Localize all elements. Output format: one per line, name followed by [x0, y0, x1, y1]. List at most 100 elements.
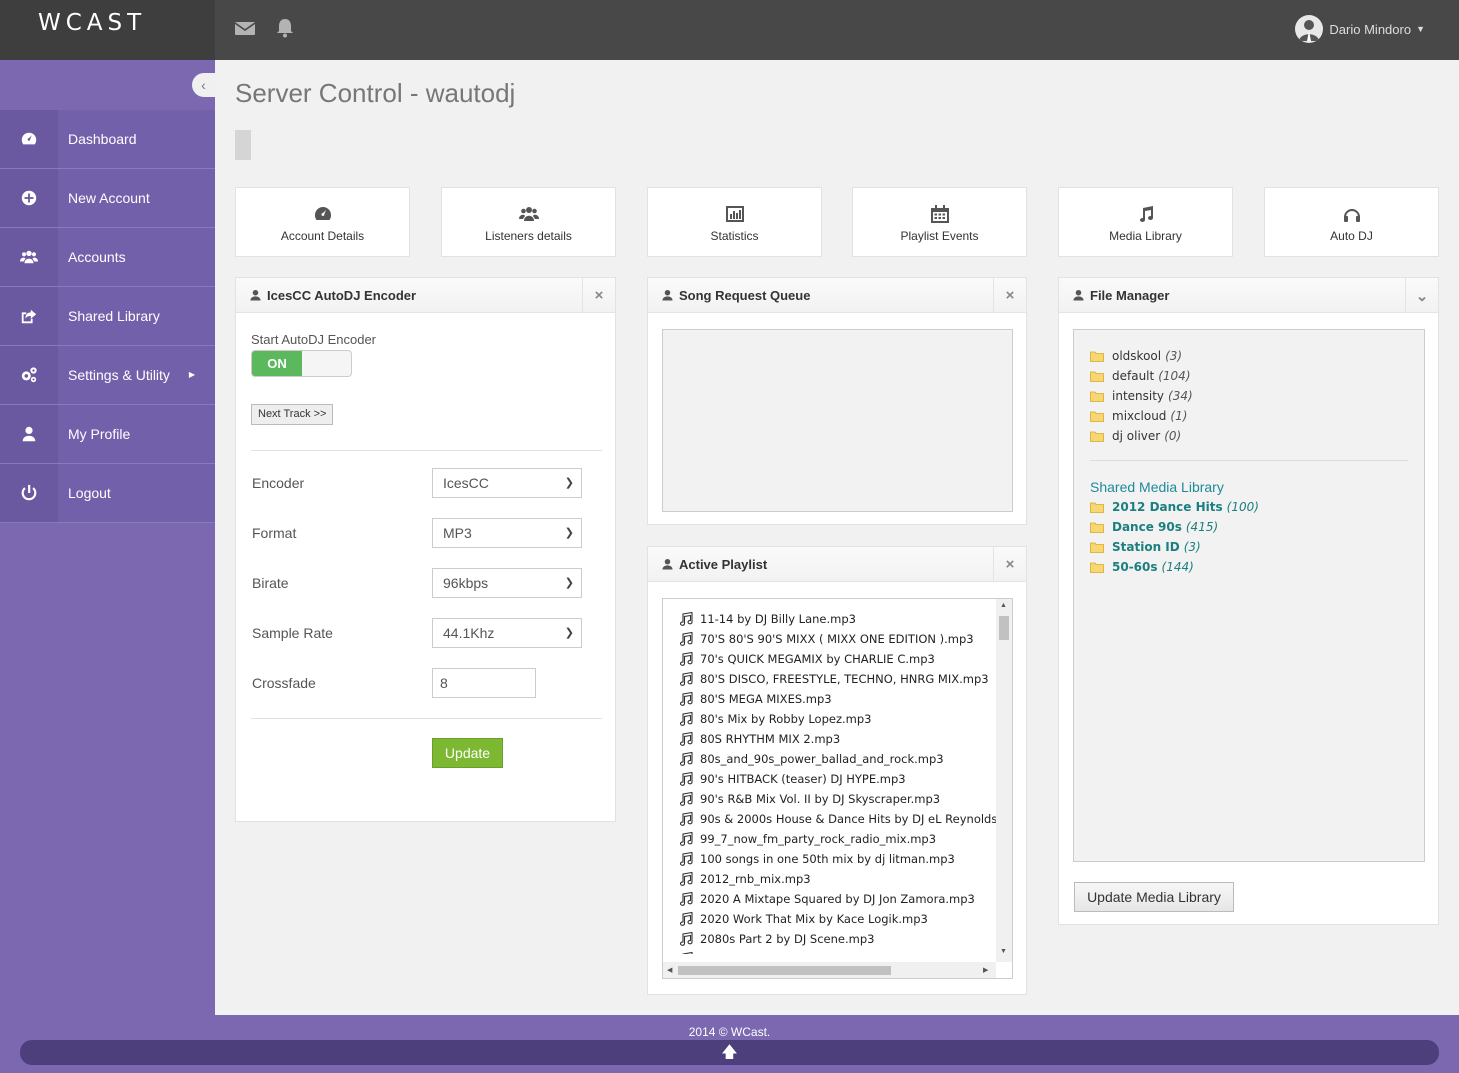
sidebar-item-shared-library[interactable]: Shared Library — [0, 287, 215, 346]
bell-icon[interactable] — [273, 16, 297, 40]
playlist-item[interactable]: 80'S DISCO, FREESTYLE, TECHNO, HNRG MIX.… — [679, 669, 999, 689]
user-icon — [0, 405, 58, 463]
shared-folder-item[interactable]: 50-60s (144) — [1090, 557, 1408, 577]
folder-name: 2012 Dance Hits — [1112, 500, 1223, 514]
music-note-icon — [679, 692, 693, 706]
shared-folder-item[interactable]: Dance 90s (415) — [1090, 517, 1408, 537]
tile-label: Playlist Events — [900, 229, 979, 243]
sidebar: ‹ Dashboard New Account Accounts Shared … — [0, 60, 215, 1015]
encoder-select[interactable]: IcesCC ❯ — [432, 468, 582, 498]
tile-auto-dj[interactable]: Auto DJ — [1264, 187, 1439, 257]
brand-logo[interactable]: WCAST — [0, 0, 215, 60]
playlist-item[interactable]: 2020 Work That Mix by Kace Logik.mp3 — [679, 909, 999, 929]
scroll-left-icon[interactable]: ◀ — [667, 966, 672, 974]
users-icon — [0, 228, 58, 286]
music-note-icon — [679, 752, 693, 766]
song-request-list[interactable] — [662, 329, 1013, 512]
playlist-item[interactable]: 2080s Part 2 by DJ Scene.mp3 — [679, 929, 999, 949]
playlist-item[interactable]: 2020 A Mixtape Squared by DJ Jon Zamora.… — [679, 889, 999, 909]
folder-item[interactable]: oldskool (3) — [1090, 346, 1408, 366]
tile-listeners-details[interactable]: Listeners details — [441, 187, 616, 257]
chevron-down-icon[interactable]: ⌄ — [1405, 278, 1438, 313]
close-icon[interactable]: × — [582, 278, 615, 313]
playlist-item[interactable]: 2080s 1 by DJ Zone.mp3 — [679, 949, 999, 954]
tile-label: Auto DJ — [1330, 229, 1373, 243]
autodj-toggle[interactable]: ON — [251, 350, 352, 377]
toggle-on-state: ON — [252, 351, 302, 376]
playlist-item[interactable]: 90's HITBACK (teaser) DJ HYPE.mp3 — [679, 769, 999, 789]
birate-select[interactable]: 96kbps ❯ — [432, 568, 582, 598]
arrow-up-icon: 🡅 — [721, 1044, 738, 1061]
panel-header: File Manager ⌄ — [1059, 278, 1438, 313]
sidebar-item-accounts[interactable]: Accounts — [0, 228, 215, 287]
folder-count: (34) — [1168, 389, 1193, 403]
playlist-item-name: 11-14 by DJ Billy Lane.mp3 — [700, 612, 856, 626]
next-track-button[interactable]: Next Track >> — [251, 404, 334, 425]
tile-statistics[interactable]: Statistics — [647, 187, 822, 257]
envelope-icon[interactable] — [233, 16, 257, 40]
music-note-icon — [679, 892, 693, 906]
music-note-icon — [679, 652, 693, 666]
shared-library-title[interactable]: Shared Media Library — [1090, 479, 1408, 495]
playlist-item[interactable]: 11-14 by DJ Billy Lane.mp3 — [679, 609, 999, 629]
shared-folder-item[interactable]: Station ID (3) — [1090, 537, 1408, 557]
update-media-library-button[interactable]: Update Media Library — [1074, 882, 1234, 912]
caret-down-icon: ▼ — [1416, 24, 1425, 34]
user-menu[interactable]: Dario Mindoro ▼ — [1295, 14, 1425, 44]
folder-item[interactable]: mixcloud (1) — [1090, 406, 1408, 426]
folder-name: Station ID — [1112, 540, 1180, 554]
playlist-item[interactable]: 80's Mix by Robby Lopez.mp3 — [679, 709, 999, 729]
share-icon — [0, 287, 58, 345]
sidebar-item-dashboard[interactable]: Dashboard — [0, 110, 215, 169]
folder-item[interactable]: default (104) — [1090, 366, 1408, 386]
playlist-item[interactable]: 80'S MEGA MIXES.mp3 — [679, 689, 999, 709]
bar-chart-icon — [725, 206, 744, 222]
collapse-sidebar-button[interactable]: ‹ — [192, 73, 215, 97]
playlist-item[interactable]: 90's R&B Mix Vol. II by DJ Skyscraper.mp… — [679, 789, 999, 809]
playlist-item[interactable]: 100 songs in one 50th mix by dj litman.m… — [679, 849, 999, 869]
shared-folder-item[interactable]: 2012 Dance Hits (100) — [1090, 497, 1408, 517]
folder-icon — [1090, 431, 1104, 442]
scroll-right-icon[interactable]: ▶ — [983, 966, 988, 974]
scroll-thumb[interactable] — [999, 616, 1009, 640]
playlist-item[interactable]: 80S RHYTHM MIX 2.mp3 — [679, 729, 999, 749]
playlist-item[interactable]: 70's QUICK MEGAMIX by CHARLIE C.mp3 — [679, 649, 999, 669]
playlist-item-name: 70'S 80'S 90'S MIXX ( MIXX ONE EDITION )… — [700, 632, 974, 646]
playlist-list[interactable]: 11-14 by DJ Billy Lane.mp3 70'S 80'S 90'S… — [662, 598, 1013, 979]
sidebar-item-label: My Profile — [68, 426, 131, 442]
scroll-down-icon[interactable]: ▼ — [1000, 948, 1007, 955]
close-icon[interactable]: × — [993, 278, 1026, 313]
panel-title: IcesCC AutoDJ Encoder — [267, 287, 417, 303]
playlist-item[interactable]: 99_7_now_fm_party_rock_radio_mix.mp3 — [679, 829, 999, 849]
folder-name: Dance 90s — [1112, 520, 1182, 534]
playlist-item[interactable]: 2012_rnb_mix.mp3 — [679, 869, 999, 889]
update-button[interactable]: Update — [432, 738, 503, 768]
scroll-up-icon[interactable]: ▲ — [1000, 602, 1007, 609]
chevron-right-icon: ▶ — [188, 370, 195, 379]
playlist-item[interactable]: 80s_and_90s_power_ballad_and_rock.mp3 — [679, 749, 999, 769]
scroll-to-top-bar[interactable]: 🡅 — [20, 1040, 1439, 1065]
sidebar-item-my-profile[interactable]: My Profile — [0, 405, 215, 464]
vertical-scrollbar[interactable]: ▲ ▼ — [996, 599, 1012, 962]
horizontal-scrollbar[interactable]: ◀ ▶ — [663, 962, 996, 978]
format-select[interactable]: MP3 ❯ — [432, 518, 582, 548]
sidebar-item-label: Settings & Utility — [68, 367, 170, 383]
folder-item[interactable]: intensity (34) — [1090, 386, 1408, 406]
tile-media-library[interactable]: Media Library — [1058, 187, 1233, 257]
close-icon[interactable]: × — [993, 547, 1026, 582]
scroll-thumb[interactable] — [678, 966, 891, 975]
sidebar-item-settings[interactable]: Settings & Utility ▶ — [0, 346, 215, 405]
playlist-item[interactable]: 90s & 2000s House & Dance Hits by DJ eL … — [679, 809, 999, 829]
tile-playlist-events[interactable]: Playlist Events — [852, 187, 1027, 257]
crossfade-input[interactable]: 8 — [432, 668, 536, 698]
playlist-item[interactable]: 70'S 80'S 90'S MIXX ( MIXX ONE EDITION )… — [679, 629, 999, 649]
sidebar-item-logout[interactable]: Logout — [0, 464, 215, 523]
music-icon — [1139, 206, 1153, 222]
tile-account-details[interactable]: Account Details — [235, 187, 410, 257]
sidebar-item-new-account[interactable]: New Account — [0, 169, 215, 228]
panel-title: File Manager — [1090, 287, 1170, 303]
sample-rate-select[interactable]: 44.1Khz ❯ — [432, 618, 582, 648]
divider — [251, 450, 602, 451]
dashboard-icon — [0, 110, 58, 168]
folder-item[interactable]: dj oliver (0) — [1090, 426, 1408, 446]
